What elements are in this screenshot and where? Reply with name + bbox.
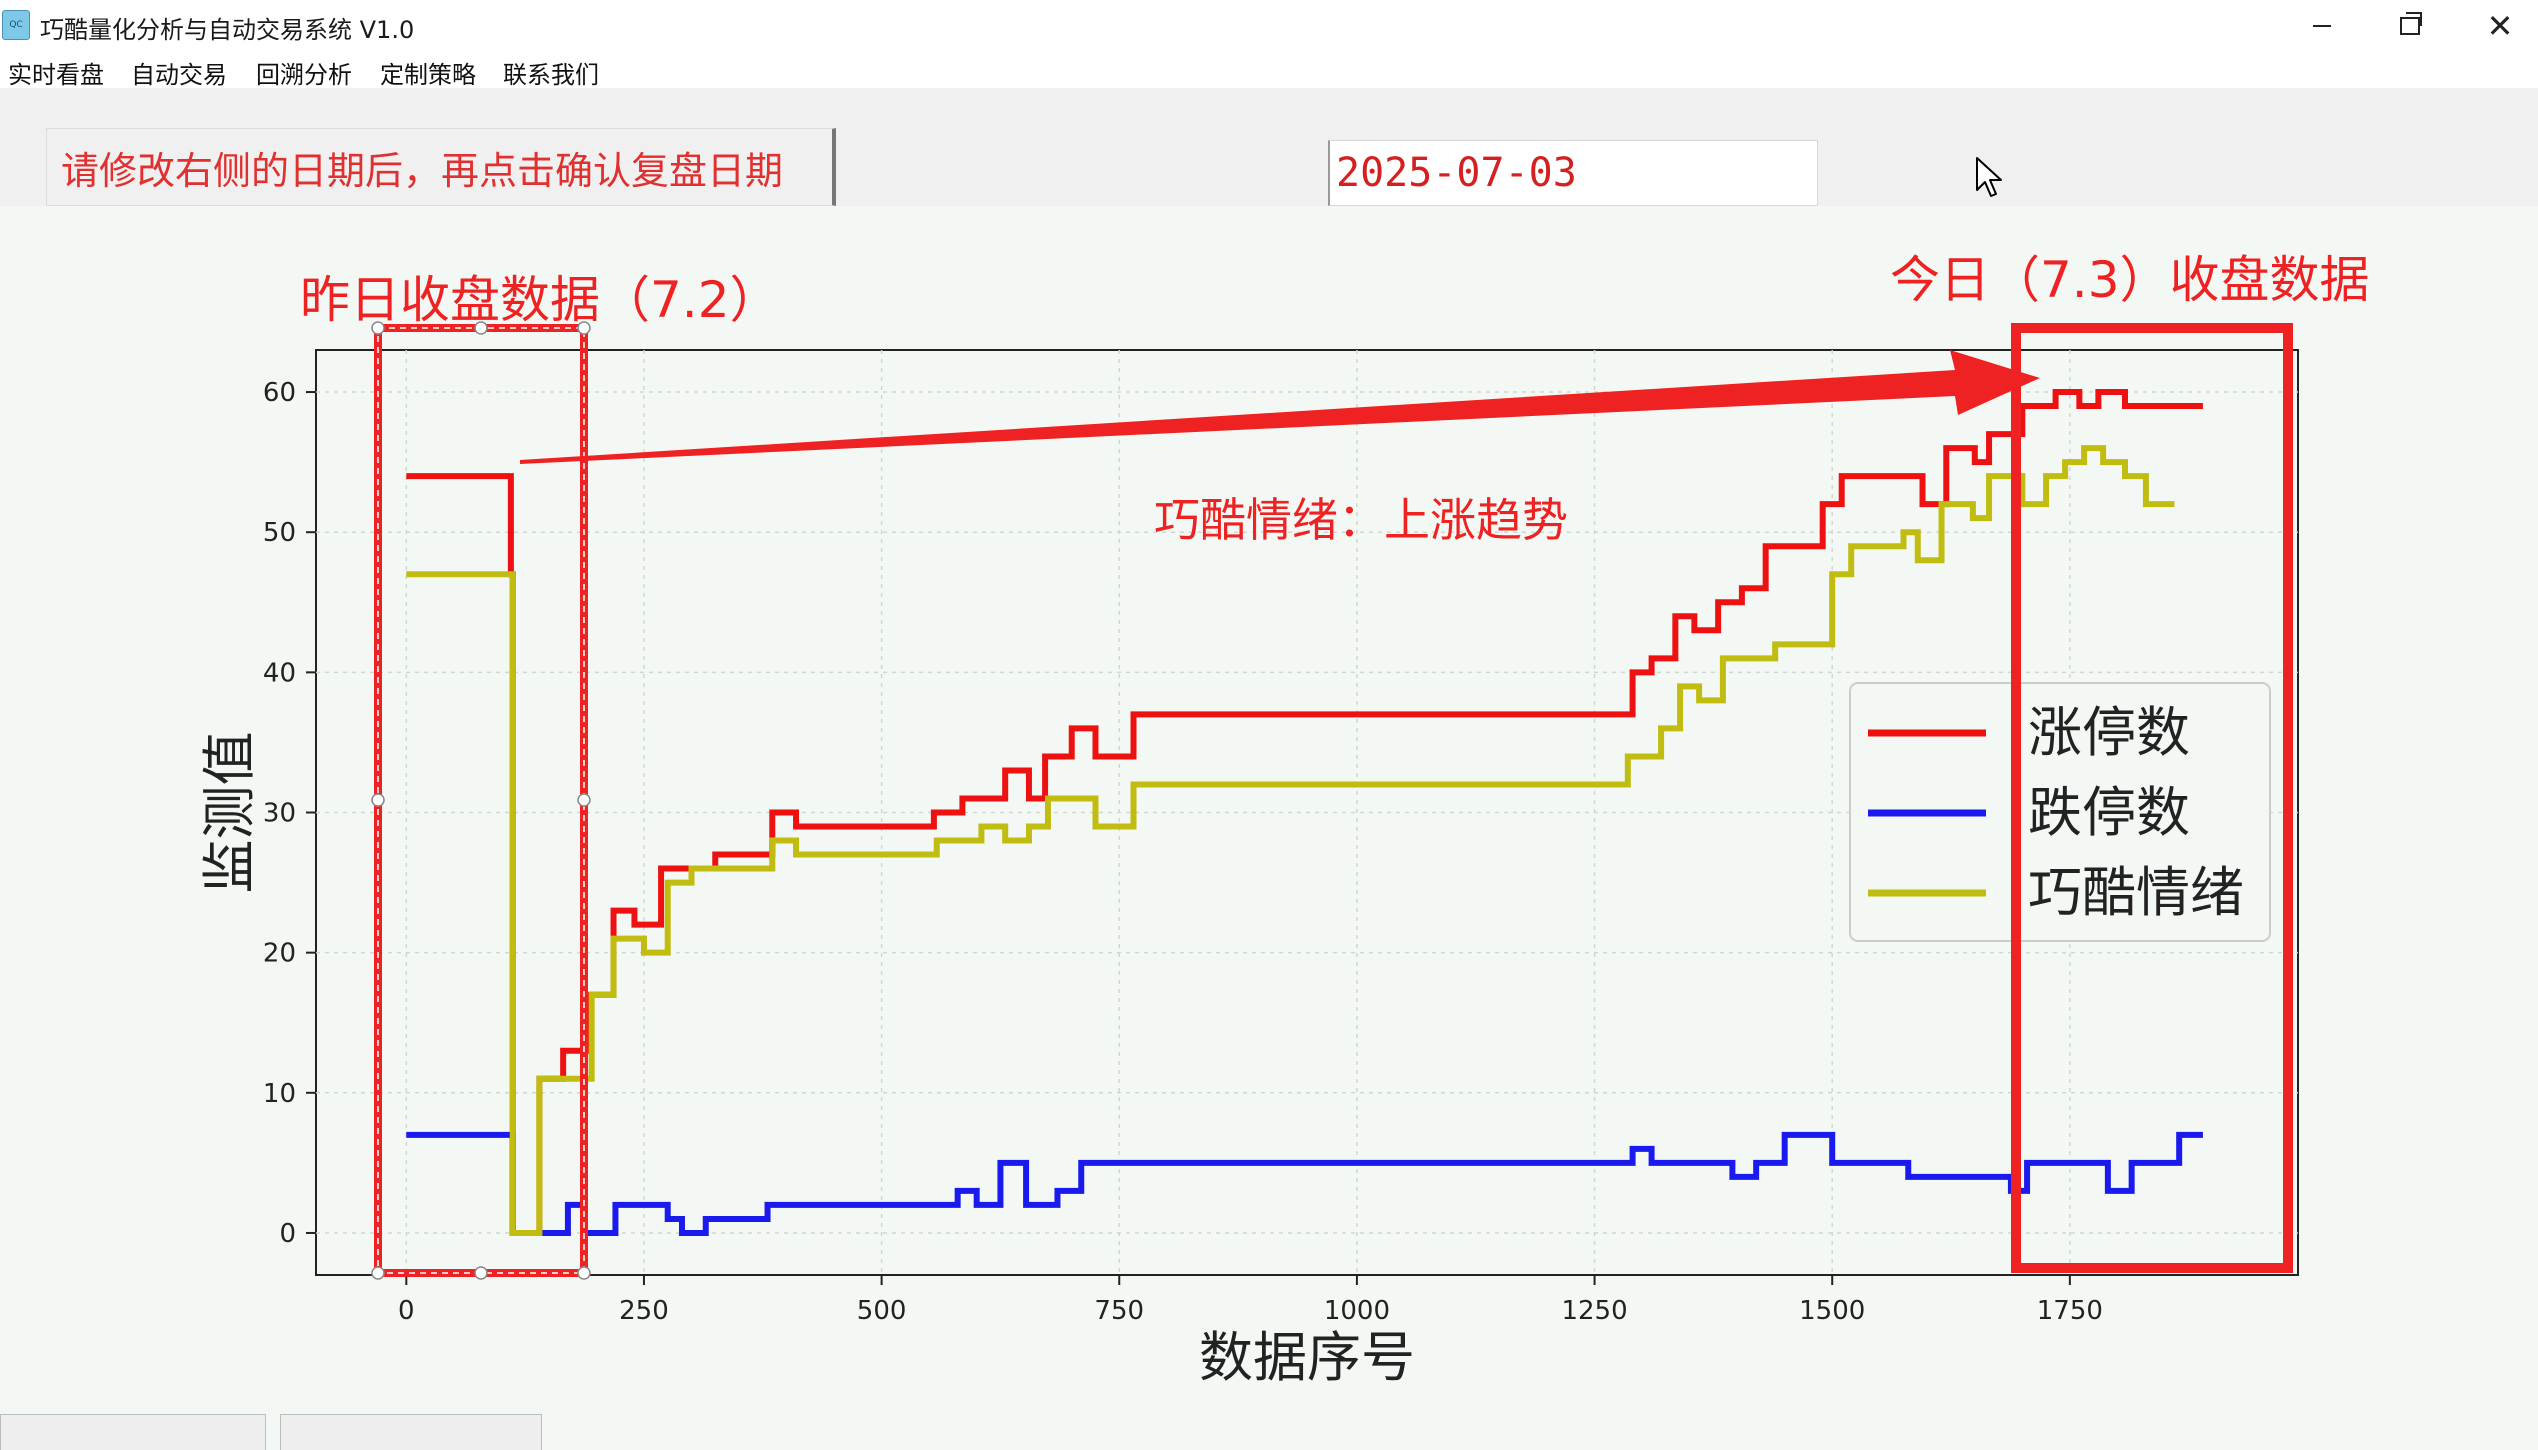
x-tick-label: 1500 <box>1799 1296 1865 1326</box>
annotation-yesterday-label: 昨日收盘数据（7.2） <box>300 271 780 329</box>
y-tick-label: 20 <box>263 939 296 969</box>
legend-label: 涨停数 <box>2028 701 2190 764</box>
y-tick-label: 0 <box>279 1219 296 1249</box>
y-tick-label: 30 <box>263 799 296 829</box>
resize-handle[interactable] <box>474 1266 488 1280</box>
x-axis-label: 数据序号 <box>1199 1326 1415 1389</box>
x-tick-label: 1750 <box>2037 1296 2103 1326</box>
y-tick-label: 40 <box>263 658 296 688</box>
chart-legend: 涨停数跌停数巧酷情绪 <box>1849 682 2271 942</box>
x-tick-label: 1250 <box>1561 1296 1627 1326</box>
y-tick-label: 50 <box>263 518 296 548</box>
x-tick-label: 750 <box>1094 1296 1144 1326</box>
bottom-tab-1[interactable] <box>0 1414 266 1450</box>
y-tick-label: 60 <box>263 378 296 408</box>
x-tick-label: 250 <box>619 1296 669 1326</box>
x-tick-label: 1000 <box>1324 1296 1390 1326</box>
annotation-sentiment-label: 巧酷情绪：上涨趋势 <box>1154 493 1568 547</box>
annotation-today-label: 今日（7.3）收盘数据 <box>1890 251 2370 309</box>
x-tick-label: 0 <box>398 1296 415 1326</box>
resize-handle[interactable] <box>577 793 591 807</box>
y-tick-label: 10 <box>263 1079 296 1109</box>
resize-handle[interactable] <box>371 1266 385 1280</box>
bottom-tab-2[interactable] <box>280 1414 542 1450</box>
chart: 0 250 500 750 1000 1250 1500 17500102030405060 … <box>198 321 2299 1389</box>
legend-label: 跌停数 <box>2028 781 2190 844</box>
x-tick-label: 500 <box>857 1296 907 1326</box>
legend-label: 巧酷情绪 <box>2028 861 2244 924</box>
resize-handle[interactable] <box>371 793 385 807</box>
resize-handle[interactable] <box>577 1266 591 1280</box>
y-axis-label: 监测值 <box>198 732 261 894</box>
